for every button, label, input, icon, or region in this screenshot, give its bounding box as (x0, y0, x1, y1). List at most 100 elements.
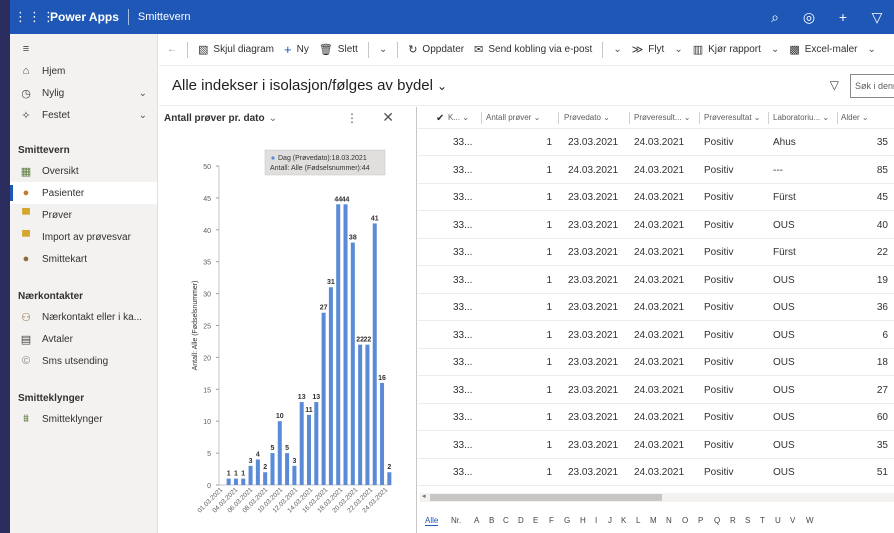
column-header-proveresultat[interactable]: Prøveresultat ⌄ (704, 113, 761, 122)
add-icon[interactable]: + (826, 9, 860, 25)
delete-button[interactable]: 🗑︎ Slett (319, 43, 358, 56)
sidebar-collapse-button[interactable]: ≡ (10, 38, 157, 60)
email-link-button[interactable]: ✉ Send kobling via e-post (474, 43, 592, 56)
jump-letter[interactable]: J (608, 516, 612, 525)
sidebar-item-hjem[interactable]: ⌂ Hjem (10, 60, 157, 82)
table-row[interactable]: 33... 1 23.03.2021 24.03.2021 Positiv OUS 19 (418, 267, 894, 294)
sidebar-item-smitteklynger[interactable]: ⩩ Smitteklynger (10, 408, 157, 430)
column-divider[interactable] (699, 112, 700, 124)
more-options-icon[interactable]: ⋮ (346, 111, 358, 125)
jump-letter[interactable]: U (775, 516, 781, 525)
settings-icon[interactable]: ◎ (792, 9, 826, 26)
column-header-proveresult-dato[interactable]: Prøveresult... ⌄ (634, 113, 691, 122)
column-header-provedato[interactable]: Prøvedato ⌄ (564, 113, 610, 122)
sidebar-item-prover[interactable]: ▀ Prøver (10, 204, 157, 226)
chevron-down-icon[interactable]: ⌄ (379, 44, 387, 55)
chevron-down-icon[interactable]: ⌄ (139, 110, 147, 121)
sidebar-item-oversikt[interactable]: ▦ Oversikt (10, 160, 157, 182)
column-divider[interactable] (768, 112, 769, 124)
sidebar-item-naerkontakt[interactable]: ⚇ Nærkontakt eller i ka... (10, 306, 157, 328)
sidebar-item-smittekart[interactable]: ● Smittekart (10, 248, 157, 270)
column-divider[interactable] (837, 112, 838, 124)
jump-letter[interactable]: O (682, 516, 688, 525)
jump-letter[interactable]: L (636, 516, 640, 525)
jump-letter[interactable]: N (666, 516, 672, 525)
jump-letter[interactable]: I (595, 516, 597, 525)
jump-letter[interactable]: Q (714, 516, 720, 525)
jump-letter[interactable]: W (806, 516, 814, 525)
excel-templates-button[interactable]: ▩ Excel-maler (789, 43, 857, 56)
column-header-k[interactable]: K... ⌄ (448, 113, 469, 122)
button-label: Slett (337, 44, 358, 55)
jump-letter[interactable]: S (745, 516, 750, 525)
close-icon[interactable]: ✕ (382, 109, 394, 126)
jump-letter[interactable]: B (489, 516, 494, 525)
table-row[interactable]: 33... 1 23.03.2021 24.03.2021 Positiv Fürst 45 (418, 184, 894, 211)
jump-letter[interactable]: A (474, 516, 479, 525)
column-divider[interactable] (481, 112, 482, 124)
back-button[interactable]: ← (167, 44, 177, 55)
jump-letter[interactable]: T (760, 516, 765, 525)
jump-letter[interactable]: P (698, 516, 703, 525)
table-row[interactable]: 33... 1 23.03.2021 24.03.2021 Positiv Ahus 35 (418, 129, 894, 156)
search-input[interactable]: Søk i denne (850, 74, 894, 98)
filter-icon[interactable]: ▽ (830, 78, 839, 92)
jump-letter[interactable]: G (564, 516, 570, 525)
chart-bar (321, 312, 326, 485)
column-divider[interactable] (558, 112, 559, 124)
sidebar-item-import[interactable]: ▀ Import av prøvesvar (10, 226, 157, 248)
table-row[interactable]: 33... 1 24.03.2021 24.03.2021 Positiv --- 85 (418, 157, 894, 184)
column-header-alder[interactable]: Alder ⌄ (841, 113, 869, 122)
sidebar-item-sms[interactable]: © Sms utsending (10, 350, 157, 372)
horizontal-scrollbar[interactable]: ◂ (420, 493, 894, 502)
sidebar-item-avtaler[interactable]: ▤ Avtaler (10, 328, 157, 350)
jump-letter[interactable]: C (503, 516, 509, 525)
table-row[interactable]: 33... 1 23.03.2021 24.03.2021 Positiv OUS 40 (418, 212, 894, 239)
jump-letter[interactable]: Nr. (451, 516, 461, 525)
table-row[interactable]: 33... 1 23.03.2021 24.03.2021 Positiv OUS 36 (418, 294, 894, 321)
table-row[interactable]: 33... 1 23.03.2021 24.03.2021 Positiv OUS 51 (418, 459, 894, 486)
app-launcher-icon[interactable]: ⋮⋮⋮ (14, 9, 55, 25)
brand-name[interactable]: Power Apps (50, 10, 119, 24)
jump-letter[interactable]: K (621, 516, 626, 525)
jump-letter[interactable]: Alle (425, 516, 439, 526)
filter-icon[interactable]: ▽ (860, 9, 894, 26)
jump-letter[interactable]: M (650, 516, 657, 525)
refresh-button[interactable]: ↻ Oppdater (408, 43, 464, 56)
table-row[interactable]: 33... 1 23.03.2021 24.03.2021 Positiv OUS 18 (418, 349, 894, 376)
jump-letter[interactable]: F (549, 516, 554, 525)
jump-letter[interactable]: R (730, 516, 736, 525)
chevron-down-icon[interactable]: ⌄ (868, 44, 876, 55)
chevron-down-icon[interactable]: ⌄ (674, 44, 682, 55)
new-button[interactable]: + Ny (284, 42, 309, 57)
sidebar-item-nylig[interactable]: ◷ Nylig ⌄ (10, 82, 157, 104)
sidebar: ≡ ⌂ Hjem ◷ Nylig ⌄ ✧ Festet ⌄ Smittevern… (10, 34, 158, 533)
select-all-checkbox[interactable]: ✔ (436, 113, 444, 124)
chevron-down-icon[interactable]: ⌄ (771, 44, 779, 55)
run-report-button[interactable]: ▥ Kjør rapport (693, 43, 761, 56)
scroll-left-icon[interactable]: ◂ (422, 492, 426, 500)
jump-letter[interactable]: E (533, 516, 538, 525)
hide-chart-button[interactable]: ▧ Skjul diagram (198, 43, 274, 56)
chevron-down-icon[interactable]: ⌄ (613, 44, 621, 55)
scrollbar-thumb[interactable] (430, 494, 662, 501)
column-header-laboratorium[interactable]: Laboratoriu... ⌄ (773, 113, 829, 122)
column-header-antall-prover[interactable]: Antall prøver ⌄ (486, 113, 540, 122)
chart-selector[interactable]: Antall prøver pr. dato ⌄ (164, 113, 277, 124)
table-row[interactable]: 33... 1 23.03.2021 24.03.2021 Positiv Fürst 22 (418, 239, 894, 266)
column-divider[interactable] (629, 112, 630, 124)
flow-button[interactable]: ≫ Flyt (632, 43, 665, 56)
sidebar-item-festet[interactable]: ✧ Festet ⌄ (10, 104, 157, 126)
chevron-down-icon[interactable]: ⌄ (139, 88, 147, 99)
view-selector[interactable]: Alle indekser i isolasjon/følges av byde… (172, 77, 447, 94)
table-row[interactable]: 33... 1 23.03.2021 24.03.2021 Positiv OUS 35 (418, 432, 894, 459)
jump-letter[interactable]: V (790, 516, 795, 525)
table-row[interactable]: 33... 1 23.03.2021 24.03.2021 Positiv OUS 60 (418, 404, 894, 431)
jump-letter[interactable]: H (580, 516, 586, 525)
app-name[interactable]: Smittevern (138, 11, 191, 23)
search-icon[interactable]: ⌕ (758, 9, 792, 26)
sidebar-item-pasienter[interactable]: ● Pasienter (10, 182, 157, 204)
table-row[interactable]: 33... 1 23.03.2021 24.03.2021 Positiv OUS 6 (418, 322, 894, 349)
jump-letter[interactable]: D (518, 516, 524, 525)
table-row[interactable]: 33... 1 23.03.2021 24.03.2021 Positiv OUS 27 (418, 377, 894, 404)
